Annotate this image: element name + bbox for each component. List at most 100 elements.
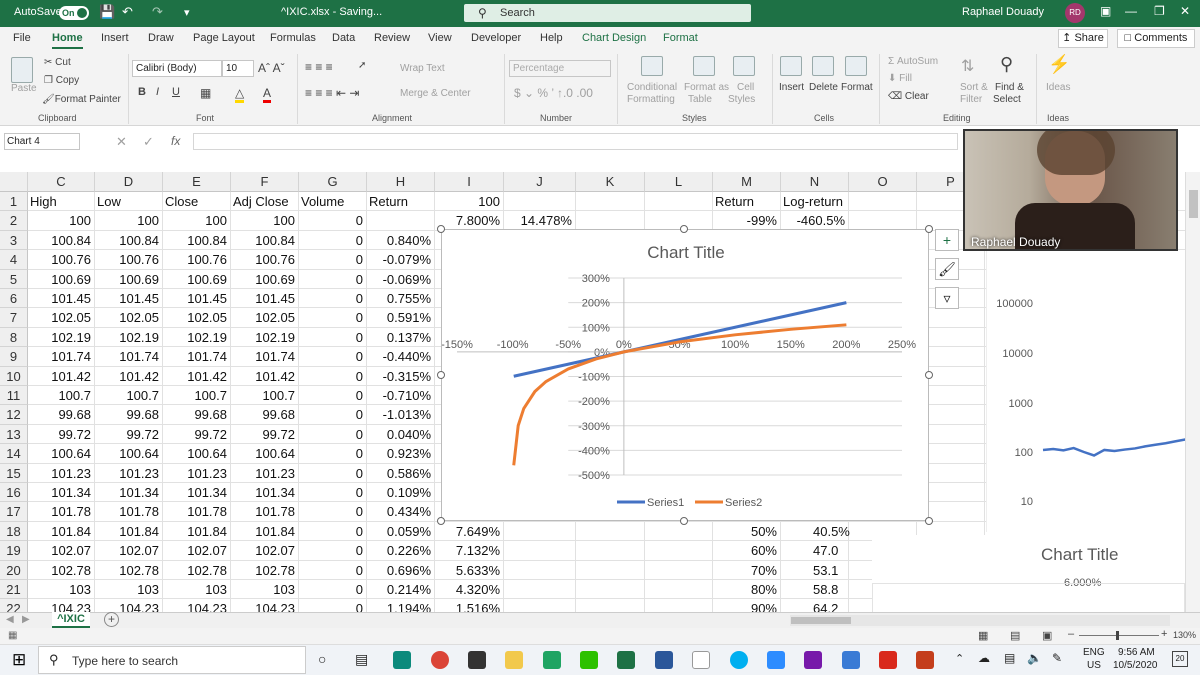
- cell-d15[interactable]: 101.23: [97, 464, 159, 483]
- notepad-icon[interactable]: [692, 651, 710, 669]
- cell-e1[interactable]: Close: [165, 192, 227, 211]
- sort-filter-icon[interactable]: ⇅: [961, 56, 974, 76]
- cell-g9[interactable]: 0: [301, 347, 363, 366]
- number-format-select[interactable]: Percentage: [509, 60, 611, 77]
- row-header-22[interactable]: 22: [0, 599, 28, 612]
- selected-chart[interactable]: Chart Title 300% 200% 100% 0% -100% -200% -300…: [441, 229, 929, 521]
- fill-color-icon[interactable]: △: [235, 86, 245, 103]
- font-size-select[interactable]: 10: [222, 60, 254, 77]
- cell-e22[interactable]: 104.23: [165, 599, 227, 612]
- cell-h4[interactable]: -0.079%: [369, 250, 431, 269]
- row-header-6[interactable]: 6: [0, 289, 28, 309]
- resize-handle[interactable]: [680, 517, 688, 525]
- cell-c5[interactable]: 100.69: [30, 270, 91, 289]
- column-header-j[interactable]: J: [504, 172, 576, 192]
- cell-e6[interactable]: 101.45: [165, 289, 227, 308]
- tab-help[interactable]: Help: [540, 32, 563, 44]
- cell-e9[interactable]: 101.74: [165, 347, 227, 366]
- row-header-8[interactable]: 8: [0, 327, 28, 348]
- cell-d16[interactable]: 101.34: [97, 483, 159, 502]
- orientation-icon[interactable]: ➚: [358, 60, 366, 71]
- align-left-icons[interactable]: ≡ ≡ ≡ ⇤ ⇥: [305, 86, 359, 100]
- excel-icon[interactable]: [617, 651, 635, 669]
- column-header-m[interactable]: M: [713, 172, 781, 192]
- cell-e20[interactable]: 102.78: [165, 561, 227, 580]
- cell-h7[interactable]: 0.591%: [369, 308, 431, 327]
- resize-handle[interactable]: [925, 517, 933, 525]
- ideas-icon[interactable]: ⚡: [1048, 54, 1070, 75]
- avatar[interactable]: RD: [1065, 3, 1085, 23]
- cell-e5[interactable]: 100.69: [165, 270, 227, 289]
- resize-handle[interactable]: [437, 517, 445, 525]
- wrap-text-button[interactable]: Wrap Text: [400, 63, 445, 74]
- chart-styles-button[interactable]: 🖌: [935, 258, 959, 280]
- cell-i2[interactable]: 7.800%: [437, 211, 500, 230]
- cell-e17[interactable]: 101.78: [165, 502, 227, 521]
- cell-e19[interactable]: 102.07: [165, 541, 227, 560]
- cell-g20[interactable]: 0: [301, 561, 363, 580]
- cell-f4[interactable]: 100.76: [233, 250, 295, 269]
- horizontal-scrollbar[interactable]: [790, 615, 1170, 626]
- autosum-button[interactable]: Σ AutoSum: [888, 56, 938, 67]
- column-header-h[interactable]: H: [367, 172, 435, 192]
- language-indicator[interactable]: ENG: [1083, 647, 1105, 658]
- cell-c11[interactable]: 100.7: [30, 386, 91, 405]
- cell-e21[interactable]: 103: [165, 580, 227, 599]
- cell-g22[interactable]: 0: [301, 599, 363, 612]
- tab-page-layout[interactable]: Page Layout: [193, 32, 255, 44]
- cell-f6[interactable]: 101.45: [233, 289, 295, 308]
- ideas-button[interactable]: Ideas: [1046, 82, 1070, 93]
- delete-cells-icon[interactable]: [812, 56, 834, 76]
- cell-f7[interactable]: 102.05: [233, 308, 295, 327]
- normal-view-icon[interactable]: ▦: [978, 629, 988, 642]
- cell-n20[interactable]: 53.1: [813, 561, 873, 580]
- tab-insert[interactable]: Insert: [101, 32, 129, 44]
- cell-m22[interactable]: 90%: [715, 599, 777, 612]
- cell-f9[interactable]: 101.74: [233, 347, 295, 366]
- cortana-icon[interactable]: ○: [318, 651, 326, 667]
- tab-data[interactable]: Data: [332, 32, 355, 44]
- zoom-level[interactable]: 130%: [1173, 630, 1196, 640]
- cell-g14[interactable]: 0: [301, 444, 363, 463]
- row-header-21[interactable]: 21: [0, 580, 28, 600]
- format-cells-button[interactable]: Format: [841, 82, 873, 93]
- cell-m18[interactable]: 50%: [715, 522, 777, 541]
- insert-cells-button[interactable]: Insert: [779, 82, 804, 93]
- cell-d18[interactable]: 101.84: [97, 522, 159, 541]
- cell-f3[interactable]: 100.84: [233, 231, 295, 250]
- second-chart[interactable]: Chart Title 6.000%: [872, 535, 1185, 612]
- onedrive-icon[interactable]: ☁: [978, 651, 990, 665]
- resize-handle[interactable]: [437, 371, 445, 379]
- italic-icon[interactable]: I: [156, 86, 159, 98]
- cell-c16[interactable]: 101.34: [30, 483, 91, 502]
- tab-view[interactable]: View: [428, 32, 452, 44]
- cell-d1[interactable]: Low: [97, 192, 159, 211]
- row-header-10[interactable]: 10: [0, 366, 28, 386]
- cell-h18[interactable]: 0.059%: [369, 522, 431, 541]
- share-button[interactable]: ↥ Share: [1058, 29, 1108, 48]
- cell-h20[interactable]: 0.696%: [369, 561, 431, 580]
- undo-icon[interactable]: ↶: [122, 4, 133, 20]
- cell-g17[interactable]: 0: [301, 502, 363, 521]
- task-view-icon[interactable]: ▤: [355, 651, 368, 668]
- row-header-15[interactable]: 15: [0, 463, 28, 483]
- resize-handle[interactable]: [925, 225, 933, 233]
- cell-i22[interactable]: 1.516%: [437, 599, 500, 612]
- cell-m21[interactable]: 80%: [715, 580, 777, 599]
- cell-g12[interactable]: 0: [301, 405, 363, 424]
- sheet-nav-left-icon[interactable]: ◀: [6, 614, 14, 625]
- cell-n21[interactable]: 58.8: [813, 580, 873, 599]
- minimize-icon[interactable]: —: [1125, 4, 1137, 18]
- cell-h6[interactable]: 0.755%: [369, 289, 431, 308]
- onenote-icon[interactable]: [804, 651, 822, 669]
- cell-f13[interactable]: 99.72: [233, 425, 295, 444]
- page-break-view-icon[interactable]: ▣: [1042, 629, 1052, 642]
- cell-i18[interactable]: 7.649%: [437, 522, 500, 541]
- cell-c15[interactable]: 101.23: [30, 464, 91, 483]
- cell-h3[interactable]: 0.840%: [369, 231, 431, 250]
- tab-format[interactable]: Format: [663, 32, 698, 44]
- cell-f16[interactable]: 101.34: [233, 483, 295, 502]
- cell-h21[interactable]: 0.214%: [369, 580, 431, 599]
- styles-label[interactable]: Styles: [728, 94, 755, 105]
- cell-f21[interactable]: 103: [233, 580, 295, 599]
